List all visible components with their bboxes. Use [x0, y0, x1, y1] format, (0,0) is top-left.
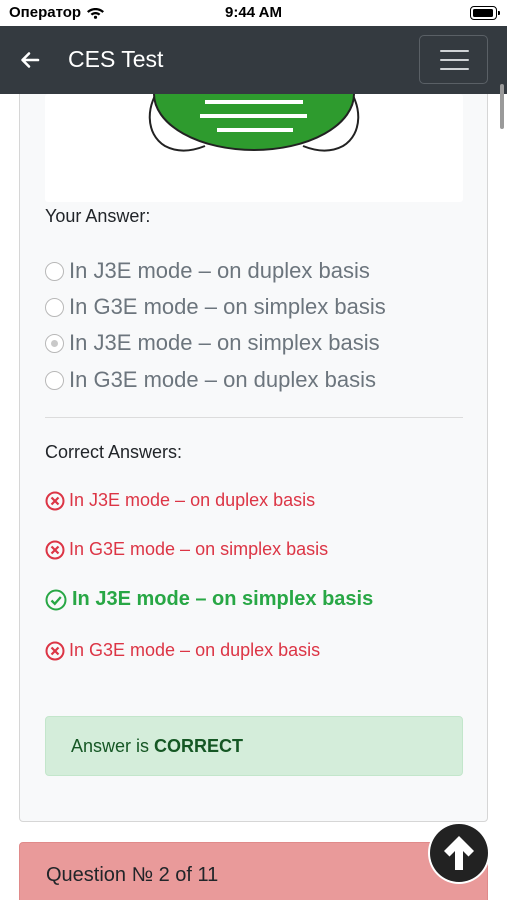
x-circle-icon [45, 491, 65, 510]
radio-button-selected[interactable] [45, 333, 64, 353]
x-circle-icon [45, 540, 65, 559]
your-answer-label: Your Answer: [45, 206, 151, 226]
radio-button[interactable] [45, 297, 64, 317]
question-image [45, 94, 463, 202]
divider [45, 417, 463, 418]
option-radio[interactable]: In J3E mode – on duplex basis [45, 256, 370, 286]
question-counter: Question № 2 of 11 [46, 864, 219, 886]
radio-button[interactable] [45, 370, 64, 390]
correct-answers-label: Correct Answers: [45, 442, 183, 462]
scrollbar[interactable] [500, 84, 504, 129]
answer-item-wrong: In J3E mode – on duplex basis [45, 490, 315, 511]
status-bar: Оператор 9:44 AM [0, 0, 507, 26]
answer-label: In J3E mode – on duplex basis [69, 490, 316, 510]
radio-button[interactable] [45, 261, 64, 281]
x-circle-icon [45, 641, 65, 660]
option-radio-selected[interactable]: In J3E mode – on simplex basis [45, 328, 380, 358]
answer-label: In G3E mode – on simplex basis [69, 539, 329, 559]
hamburger-icon-bar [440, 68, 469, 70]
option-label: In G3E mode – on duplex basis [69, 367, 376, 392]
answer-label: In G3E mode – on duplex basis [69, 640, 321, 660]
result-alert: Answer is CORRECT [45, 716, 463, 776]
answer-item-wrong: In G3E mode – on duplex basis [45, 640, 320, 661]
answer-label: In J3E mode – on simplex basis [72, 588, 374, 610]
scroll-to-top-button[interactable] [430, 824, 488, 882]
hamburger-icon-bar [440, 50, 469, 52]
answer-item-correct: In J3E mode – on simplex basis [45, 588, 373, 611]
option-radio[interactable]: In G3E mode – on simplex basis [45, 292, 386, 322]
navbar: CES Test [0, 26, 507, 94]
result-prefix: Answer is [71, 736, 150, 756]
battery-icon [470, 6, 500, 20]
option-label: In G3E mode – on simplex basis [69, 294, 386, 319]
option-radio[interactable]: In G3E mode – on duplex basis [45, 365, 376, 395]
answer-item-wrong: In G3E mode – on simplex basis [45, 539, 328, 560]
result-value: CORRECT [154, 736, 244, 756]
option-label: In J3E mode – on simplex basis [69, 330, 380, 355]
option-label: In J3E mode – on duplex basis [69, 258, 370, 283]
check-circle-icon [45, 589, 67, 610]
next-question-header[interactable]: Question № 2 of 11 [19, 842, 488, 900]
result-text: Answer is CORRECT [71, 736, 243, 757]
clock: 9:44 AM [225, 4, 282, 21]
page-title: CES Test [68, 46, 164, 72]
menu-button[interactable] [419, 35, 488, 84]
back-arrow-icon[interactable] [18, 48, 42, 72]
hamburger-icon-bar [440, 59, 469, 61]
radio-station-illustration [148, 94, 360, 152]
arrow-up-icon [444, 836, 474, 870]
